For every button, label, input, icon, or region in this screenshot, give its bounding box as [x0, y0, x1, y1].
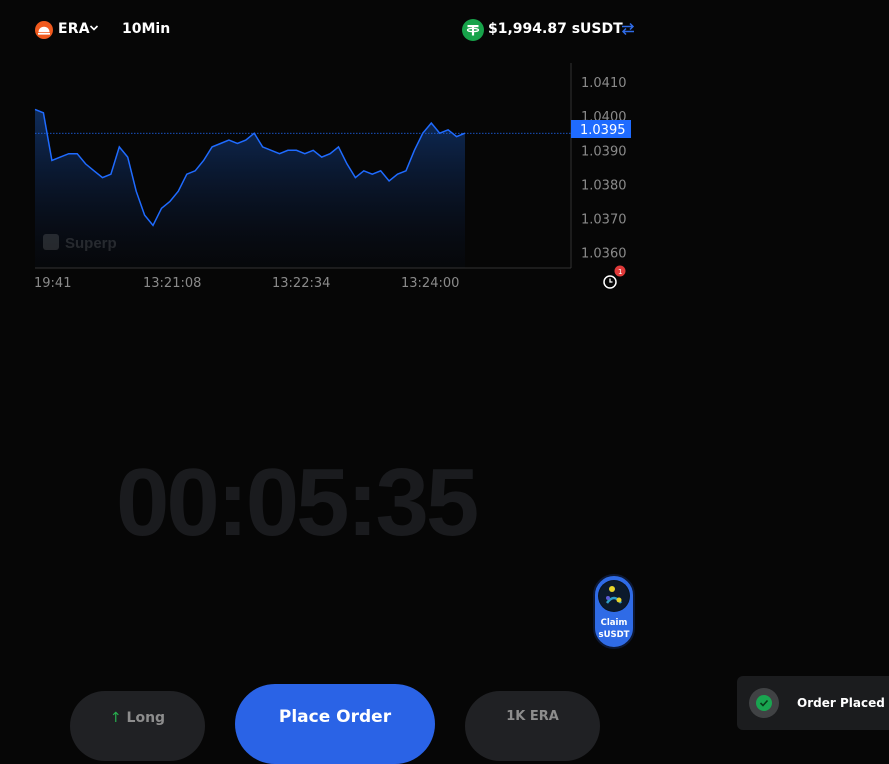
arrow-up-icon: ↑ [109, 710, 122, 726]
watermark-text: Superp [65, 235, 117, 252]
y-axis-ticks: 1.04101.04001.03901.03801.03701.0360 [581, 76, 627, 262]
amount-selector-button[interactable]: 1K ERA [465, 691, 600, 761]
asset-selector[interactable]: ERA [58, 21, 90, 37]
claim-label: Claim sUSDT [598, 618, 630, 640]
claim-avatar-icon [598, 580, 630, 612]
claim-susdt-button[interactable]: Claim sUSDT [593, 574, 635, 649]
y-tick-label: 1.0370 [581, 213, 627, 228]
y-tick-label: 1.0380 [581, 178, 627, 193]
y-tick-label: 1.0410 [581, 76, 627, 91]
period-selector[interactable]: 10Min [122, 21, 170, 37]
current-price-label: 1.0395 [580, 123, 626, 138]
superp-logo-icon [43, 234, 59, 250]
long-button[interactable]: ↑ Long [70, 691, 205, 761]
countdown-timer: 00:05:35 [116, 449, 479, 556]
chevron-down-icon[interactable] [89, 23, 99, 33]
y-tick-label: 1.0360 [581, 247, 627, 262]
current-price-tag: 1.0395 [571, 120, 631, 138]
tether-icon [462, 19, 484, 41]
order-placed-toast: Order Placed [737, 676, 889, 730]
x-tick-label: 13:24:00 [401, 276, 459, 291]
x-axis-ticks: 19:41 13:21:08 13:22:34 13:24:00 [34, 276, 459, 291]
era-logo-icon [35, 21, 53, 39]
superp-watermark: Superp [43, 234, 117, 252]
notification-count: 1 [618, 268, 622, 276]
place-order-button[interactable]: Place Order [235, 684, 435, 764]
x-tick-label: 13:22:34 [272, 276, 330, 291]
top-bar: ERA 10Min $1,994.87 sUSDT [0, 0, 889, 60]
swap-arrows-icon[interactable] [620, 21, 636, 37]
price-chart[interactable]: 1.04101.04001.03901.03801.03701.0360 19:… [0, 55, 889, 295]
balance-amount: $1,994.87 sUSDT [488, 21, 623, 37]
y-tick-label: 1.0390 [581, 144, 627, 159]
x-tick-label: 19:41 [34, 276, 71, 291]
x-tick-label: 13:21:08 [143, 276, 201, 291]
timer-notification-icon[interactable]: 1 [603, 265, 626, 289]
toast-message: Order Placed [797, 696, 885, 710]
long-label: Long [126, 710, 166, 726]
success-check-icon [749, 688, 779, 718]
